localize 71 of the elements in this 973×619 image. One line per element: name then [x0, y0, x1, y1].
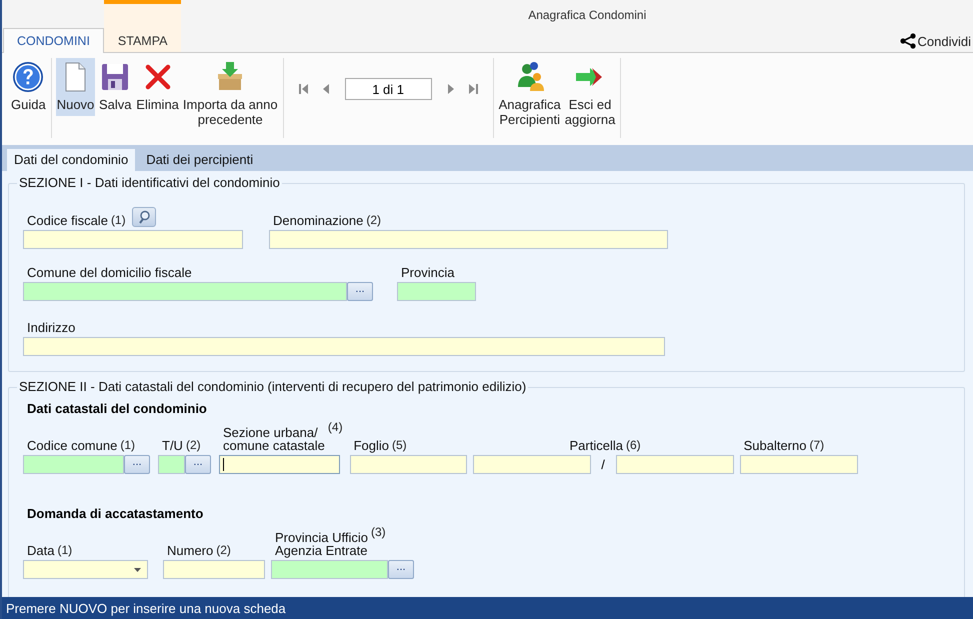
lookup-button[interactable]: ...	[124, 455, 150, 474]
field-label: Subalterno	[744, 439, 806, 452]
field-label: Codice comune	[27, 439, 118, 452]
lookup-button[interactable]: ...	[347, 282, 373, 301]
toolbar-button[interactable]: Guida	[10, 58, 47, 116]
input-field[interactable]	[163, 560, 265, 579]
field-label: Provincia	[401, 266, 454, 279]
footnote-number: (2)	[216, 544, 231, 557]
input-field[interactable]	[23, 230, 243, 249]
next-page-icon	[446, 83, 456, 95]
field-label: Particella	[570, 439, 623, 452]
page-field[interactable]: 1 di 1	[344, 78, 432, 100]
toolbar-button[interactable]: Salva	[97, 58, 134, 116]
field-label: Provincia Ufficio Agenzia Entrate	[275, 531, 368, 557]
status-text: Premere NUOVO per inserire una nuova scheda	[6, 600, 286, 616]
first-page-icon	[298, 83, 309, 95]
field-label: Denominazione	[273, 214, 364, 227]
input-field[interactable]	[269, 230, 668, 249]
input-field[interactable]	[23, 337, 665, 356]
ribbon-tab[interactable]: CONDOMINI	[3, 28, 104, 53]
input-field[interactable]	[616, 455, 734, 474]
footnote-number: (2)	[366, 214, 382, 227]
footnote-number: (5)	[392, 439, 407, 452]
share-button[interactable]: Condividi	[900, 30, 971, 52]
toolbar-button[interactable]: Anagrafica Percipienti	[498, 58, 562, 131]
toolbar-button[interactable]: Esci ed aggiorna	[564, 58, 616, 131]
share-icon	[900, 33, 916, 49]
footnote-number: (1)	[110, 214, 126, 227]
input-field[interactable]	[158, 455, 185, 474]
input-field[interactable]	[397, 282, 476, 301]
input-field[interactable]	[219, 455, 340, 474]
help-icon	[12, 61, 44, 93]
toolbar-button[interactable]: Importa da anno precedente	[182, 58, 279, 131]
input-field[interactable]	[740, 455, 858, 474]
footnote-number: (3)	[370, 526, 386, 539]
input-field[interactable]	[271, 560, 388, 579]
toolbar-button[interactable]: Elimina	[135, 58, 180, 116]
field-label: Comune del domicilio fiscale	[27, 266, 192, 279]
search-icon	[136, 210, 151, 224]
input-field[interactable]	[350, 455, 467, 474]
field-label: Indirizzo	[27, 321, 76, 334]
footnote-number: (1)	[57, 544, 72, 557]
field-label: Data	[27, 544, 54, 557]
input-field[interactable]	[23, 455, 124, 474]
input-field[interactable]	[23, 282, 347, 301]
lookup-button[interactable]: ...	[388, 560, 414, 579]
form-tab[interactable]: Dati dei percipienti	[139, 149, 260, 171]
footnote-number: (1)	[120, 439, 135, 452]
search-button[interactable]	[132, 207, 156, 227]
field-label: Numero	[167, 544, 214, 557]
lookup-button[interactable]: ...	[185, 455, 211, 474]
window-title: Anagrafica Condomini	[527, 7, 648, 24]
input-field[interactable]	[472, 455, 591, 474]
form-tab[interactable]: Dati del condominio	[7, 149, 136, 171]
toolbar-button[interactable]: Nuovo	[56, 58, 96, 116]
separator-slash: /	[600, 457, 606, 472]
section-title: SEZIONE II - Dati catastali del condominio (interventi di recupero del patrimonio edilizio)	[17, 379, 528, 395]
field-label: Codice fiscale	[27, 214, 108, 227]
date-field[interactable]	[23, 560, 148, 579]
subsection-heading: Dati catastali del condominio	[27, 401, 207, 417]
footnote-number: (6)	[626, 439, 641, 452]
field-label: Foglio	[354, 439, 389, 452]
footnote-number: (7)	[809, 439, 824, 452]
field-label: Sezione urbana/ comune catastale	[223, 426, 325, 452]
subsection-heading: Domanda di accatastamento	[27, 506, 204, 522]
footnote-number: (2)	[186, 439, 201, 452]
footnote-number: (4)	[328, 421, 343, 434]
dropdown-caret-icon	[134, 568, 141, 572]
field-label: T/U	[162, 439, 183, 452]
previous-page-icon	[320, 83, 331, 95]
last-page-icon	[468, 83, 478, 95]
